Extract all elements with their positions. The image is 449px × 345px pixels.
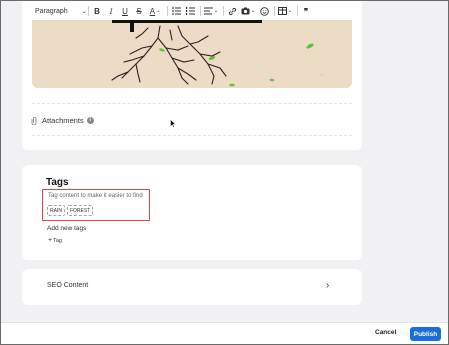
strikethrough-button[interactable]: S	[133, 4, 145, 18]
paragraph-style-select[interactable]: Paragraph ⌄	[32, 4, 87, 18]
tag-chip-list: RAIN FOREST	[47, 205, 94, 216]
seo-content-row[interactable]: SEO Content ›	[22, 269, 362, 305]
quote-icon: ❞	[303, 6, 309, 16]
emoji-icon	[259, 6, 269, 16]
toolbar-divider	[88, 6, 89, 16]
publish-button[interactable]: Publish	[410, 327, 441, 341]
chevron-right-icon[interactable]: ›	[326, 280, 329, 291]
emoji-button[interactable]	[258, 4, 270, 18]
editor-toolbar: Paragraph ⌄ B I U S A ⌄ ⌄ ⌄ ⌄ ❞	[32, 2, 352, 20]
text-color-button[interactable]: A ⌄	[147, 4, 163, 18]
chevron-down-icon: ⌄	[287, 8, 293, 14]
plus-icon: +	[48, 237, 53, 244]
paperclip-icon	[31, 116, 37, 125]
numbered-list-button[interactable]	[184, 4, 196, 18]
tree-branches-illustration	[111, 20, 325, 87]
underline-button[interactable]: U	[119, 4, 131, 18]
add-tag-button[interactable]: + Tag	[48, 237, 62, 244]
bold-button[interactable]: B	[91, 4, 103, 18]
tags-hint: Tag content to make it easier to find	[48, 193, 143, 199]
toolbar-divider	[167, 6, 168, 16]
italic-button[interactable]: I	[105, 4, 117, 18]
editor-card: Paragraph ⌄ B I U S A ⌄ ⌄ ⌄ ⌄ ❞ Attachme…	[22, 0, 362, 150]
link-icon	[228, 7, 236, 15]
attachments-label: Attachments	[42, 116, 84, 125]
numbered-list-icon	[185, 7, 195, 15]
toolbar-divider	[274, 6, 275, 16]
image-icon	[241, 7, 250, 15]
add-new-tags-label: Add new tags	[47, 225, 87, 232]
bulleted-list-button[interactable]	[170, 4, 182, 18]
tag-chip[interactable]: RAIN	[47, 205, 65, 216]
cancel-button[interactable]: Cancel	[375, 329, 396, 336]
insert-table-button[interactable]: ⌄	[277, 4, 293, 18]
section-divider	[32, 135, 352, 136]
chevron-down-icon: ⌄	[81, 8, 87, 15]
attachments-row[interactable]: Attachments i	[31, 116, 94, 125]
bulleted-list-icon	[171, 7, 181, 15]
quote-button[interactable]: ❞	[300, 4, 312, 18]
align-button[interactable]: ⌄	[203, 4, 219, 18]
add-tag-label: Tag	[53, 237, 62, 244]
embedded-image-tree-branches[interactable]	[32, 20, 352, 88]
align-icon	[203, 7, 213, 15]
paragraph-style-label: Paragraph	[35, 7, 68, 15]
insert-image-button[interactable]: ⌄	[240, 4, 256, 18]
section-divider	[32, 103, 352, 104]
toolbar-divider	[297, 6, 298, 16]
chevron-down-icon: ⌄	[156, 8, 161, 14]
toolbar-divider	[200, 6, 201, 16]
tags-highlight-box: Tag content to make it easier to find RA…	[42, 189, 150, 221]
toolbar-divider	[223, 6, 224, 16]
footer-action-bar: Cancel Publish	[1, 322, 448, 344]
tags-card: Tags Tag content to make it easier to fi…	[22, 165, 362, 260]
mouse-cursor-icon	[170, 119, 176, 128]
link-button[interactable]	[226, 4, 238, 18]
table-icon	[277, 7, 287, 15]
info-icon[interactable]: i	[86, 117, 94, 124]
chevron-down-icon: ⌄	[250, 8, 256, 14]
text-color-icon: A	[149, 6, 156, 16]
chevron-down-icon: ⌄	[213, 8, 219, 14]
tag-chip[interactable]: FOREST	[66, 205, 94, 216]
seo-content-title: SEO Content	[47, 282, 89, 289]
tags-title: Tags	[46, 177, 69, 188]
